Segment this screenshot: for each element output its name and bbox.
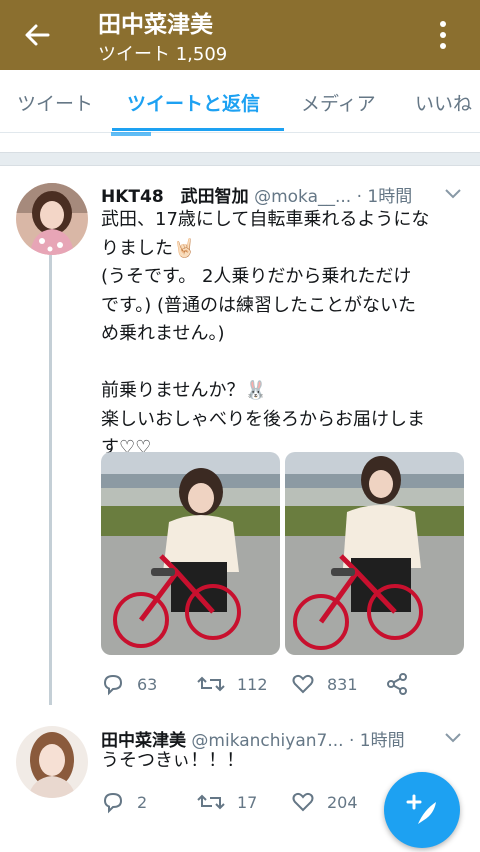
like-count: 204 xyxy=(327,792,358,812)
tab-tweets-and-replies[interactable]: ツイートと返信 xyxy=(127,89,260,116)
author-name[interactable]: HKT48 武田智加 xyxy=(101,187,249,207)
tweet-line: 武田、17歳にして自転車乗れるようにな xyxy=(101,209,430,230)
reply-button[interactable]: 63 xyxy=(101,672,157,696)
tweet-line: (うそです。 2人乗りだから乗れただけ xyxy=(101,266,412,287)
compose-tweet-icon xyxy=(406,794,436,824)
author-handle[interactable]: @moka__... xyxy=(254,187,351,207)
like-button[interactable]: 831 xyxy=(291,672,358,696)
active-tab-indicator xyxy=(112,128,284,131)
tweet-actions: 63 112 831 xyxy=(101,672,461,696)
reply-button[interactable]: 2 xyxy=(101,790,147,814)
share-icon xyxy=(387,673,407,695)
retweet-button[interactable]: 112 xyxy=(197,672,268,696)
like-button[interactable]: 204 xyxy=(291,790,358,814)
retweet-button[interactable]: 17 xyxy=(197,790,257,814)
tweet-count: ツイート 1,509 xyxy=(98,44,228,65)
app-header: 田中菜津美 ツイート 1,509 xyxy=(0,0,480,70)
scrolled-content-remnant xyxy=(111,132,151,136)
avatar[interactable] xyxy=(16,183,88,255)
compose-tweet-button[interactable] xyxy=(384,772,460,848)
thread-connector xyxy=(49,255,52,705)
tweet-line: です。) (普通のは練習したことがないた xyxy=(101,294,416,316)
more-vertical-icon[interactable] xyxy=(436,18,450,52)
tweet-line: 前乗りませんか？🐰 xyxy=(101,380,267,401)
comment-icon xyxy=(103,792,123,814)
tweet-line: うそつきぃ！！！ xyxy=(101,750,245,771)
tweet-header: HKT48 武田智加 @moka__... · 1時間 xyxy=(101,182,412,207)
profile-tabs: ツイート ツイートと返信 メディア いいね xyxy=(0,70,480,133)
tab-likes[interactable]: いいね xyxy=(415,89,472,116)
profile-title: 田中菜津美 xyxy=(98,12,213,38)
tweet-line: りました🤘🏻 xyxy=(101,237,196,259)
like-count: 831 xyxy=(327,674,358,694)
tweet-line xyxy=(101,349,429,378)
retweet-icon xyxy=(197,676,225,692)
tweet-text: 武田、17歳にして自転車乗れるようにな りました🤘🏻 (うそです。 2人乗りだか… xyxy=(101,206,429,463)
chevron-down-icon[interactable] xyxy=(444,188,462,200)
reply-count: 2 xyxy=(137,792,148,812)
heart-icon xyxy=(292,674,314,694)
chevron-down-icon[interactable] xyxy=(444,732,462,744)
tweet-photo-1[interactable] xyxy=(101,452,280,655)
avatar[interactable] xyxy=(16,726,88,798)
tweet-time: · 1時間 xyxy=(348,731,405,751)
retweet-count: 112 xyxy=(237,674,268,694)
tweet-text: うそつきぃ！！！ xyxy=(101,747,244,776)
comment-icon xyxy=(103,674,123,696)
share-button[interactable] xyxy=(385,672,409,696)
heart-icon xyxy=(292,792,314,812)
retweet-icon xyxy=(197,794,225,810)
tweet-time: · 1時間 xyxy=(356,187,413,207)
tweet-line: め乗れません。) xyxy=(101,323,225,344)
back-arrow-icon[interactable] xyxy=(22,20,52,50)
tab-tweets[interactable]: ツイート xyxy=(17,89,93,116)
reply-count: 63 xyxy=(137,674,158,694)
tweet-photo-2[interactable] xyxy=(285,452,464,655)
tweet-line: 楽しいおしゃべりを後ろからお届けしま xyxy=(101,408,425,430)
retweet-count: 17 xyxy=(237,792,258,812)
tab-media[interactable]: メディア xyxy=(301,89,376,116)
section-divider xyxy=(0,152,480,166)
